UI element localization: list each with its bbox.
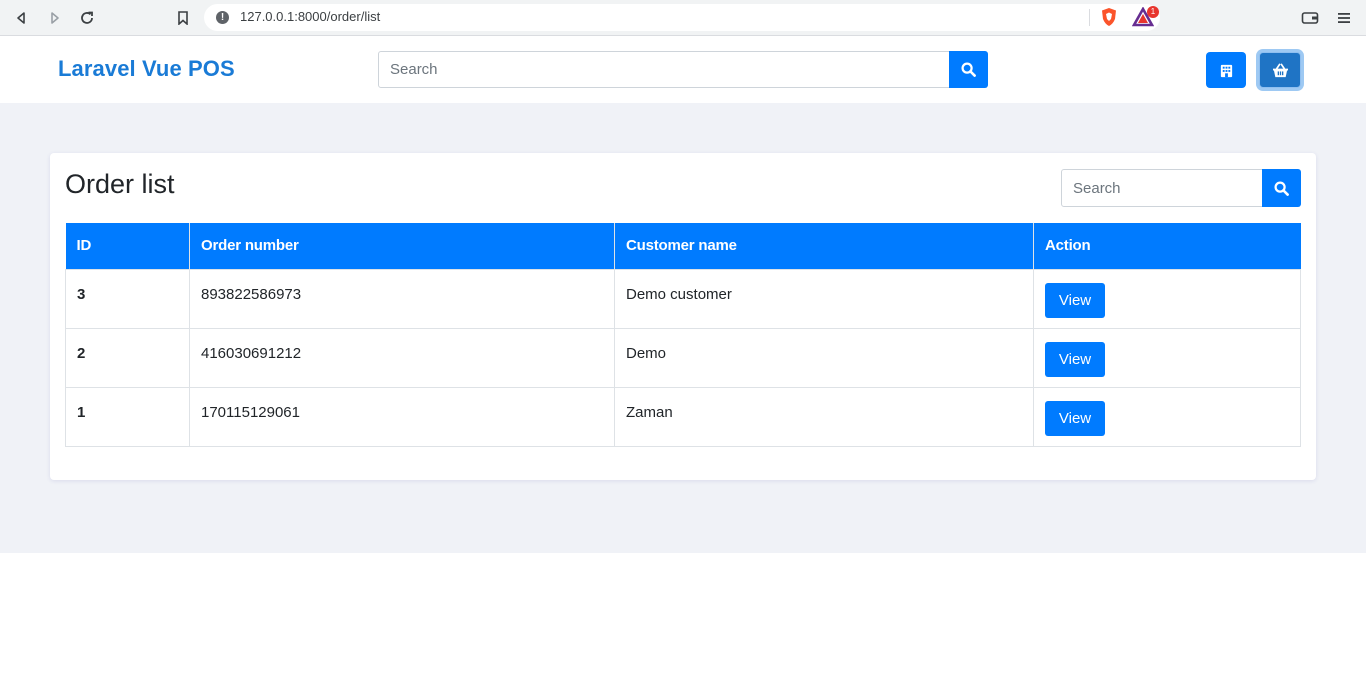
order-number: 416030691212 — [189, 327, 615, 388]
content-area: Order list ID Order number Customer name… — [0, 103, 1366, 553]
view-button[interactable]: View — [1045, 282, 1105, 318]
table-row: 3 893822586973 Demo customer View — [65, 268, 1301, 329]
view-button[interactable]: View — [1045, 400, 1105, 436]
action-cell: View — [1033, 386, 1301, 447]
cash-register-icon — [1220, 64, 1232, 77]
order-list-card: Order list ID Order number Customer name… — [50, 153, 1316, 480]
order-number: 893822586973 — [189, 268, 615, 329]
table-row: 1 170115129061 Zaman View — [65, 386, 1301, 447]
brand-logo[interactable]: Laravel Vue POS — [58, 56, 235, 82]
order-search — [1061, 169, 1301, 207]
view-button[interactable]: View — [1045, 341, 1105, 377]
action-cell: View — [1033, 327, 1301, 388]
rewards-badge: 1 — [1147, 6, 1159, 18]
order-id: 1 — [65, 386, 190, 447]
header-search-button[interactable] — [949, 51, 988, 88]
order-id: 3 — [65, 268, 190, 329]
orders-table: ID Order number Customer name Action 3 8… — [65, 223, 1301, 447]
brave-shield-icon[interactable] — [1100, 7, 1118, 27]
address-divider — [1089, 9, 1090, 26]
table-row: 2 416030691212 Demo View — [65, 327, 1301, 388]
customer-name: Demo customer — [614, 268, 1034, 329]
column-header-order-number: Order number — [189, 223, 615, 269]
order-id: 2 — [65, 327, 190, 388]
search-icon — [1274, 180, 1289, 196]
order-number: 170115129061 — [189, 386, 615, 447]
page-title: Order list — [65, 169, 175, 199]
column-header-customer-name: Customer name — [614, 223, 1034, 269]
search-icon — [961, 62, 976, 77]
app-header: Laravel Vue POS — [0, 36, 1366, 103]
address-bar[interactable]: ! 127.0.0.1:8000/order/list 1 — [204, 4, 1160, 31]
header-search — [378, 51, 988, 88]
forward-icon[interactable] — [42, 6, 66, 30]
order-search-input[interactable] — [1061, 169, 1263, 207]
cart-button[interactable] — [1259, 52, 1301, 88]
site-info-icon[interactable]: ! — [216, 11, 229, 24]
customer-name: Zaman — [614, 386, 1034, 447]
back-icon[interactable] — [10, 6, 34, 30]
action-cell: View — [1033, 268, 1301, 329]
menu-icon[interactable] — [1332, 6, 1356, 30]
header-search-input[interactable] — [378, 51, 950, 88]
wallet-icon[interactable] — [1298, 6, 1322, 30]
column-header-action: Action — [1033, 223, 1301, 269]
browser-toolbar: ! 127.0.0.1:8000/order/list 1 — [0, 0, 1366, 36]
shopping-basket-icon — [1272, 63, 1288, 77]
cash-register-button[interactable] — [1206, 52, 1246, 88]
customer-name: Demo — [614, 327, 1034, 388]
column-header-id: ID — [65, 223, 190, 269]
bookmark-icon[interactable] — [171, 6, 195, 30]
reload-icon[interactable] — [75, 6, 99, 30]
url-text: 127.0.0.1:8000/order/list — [240, 9, 381, 24]
table-header-row: ID Order number Customer name Action — [65, 223, 1301, 269]
order-search-button[interactable] — [1262, 169, 1301, 207]
